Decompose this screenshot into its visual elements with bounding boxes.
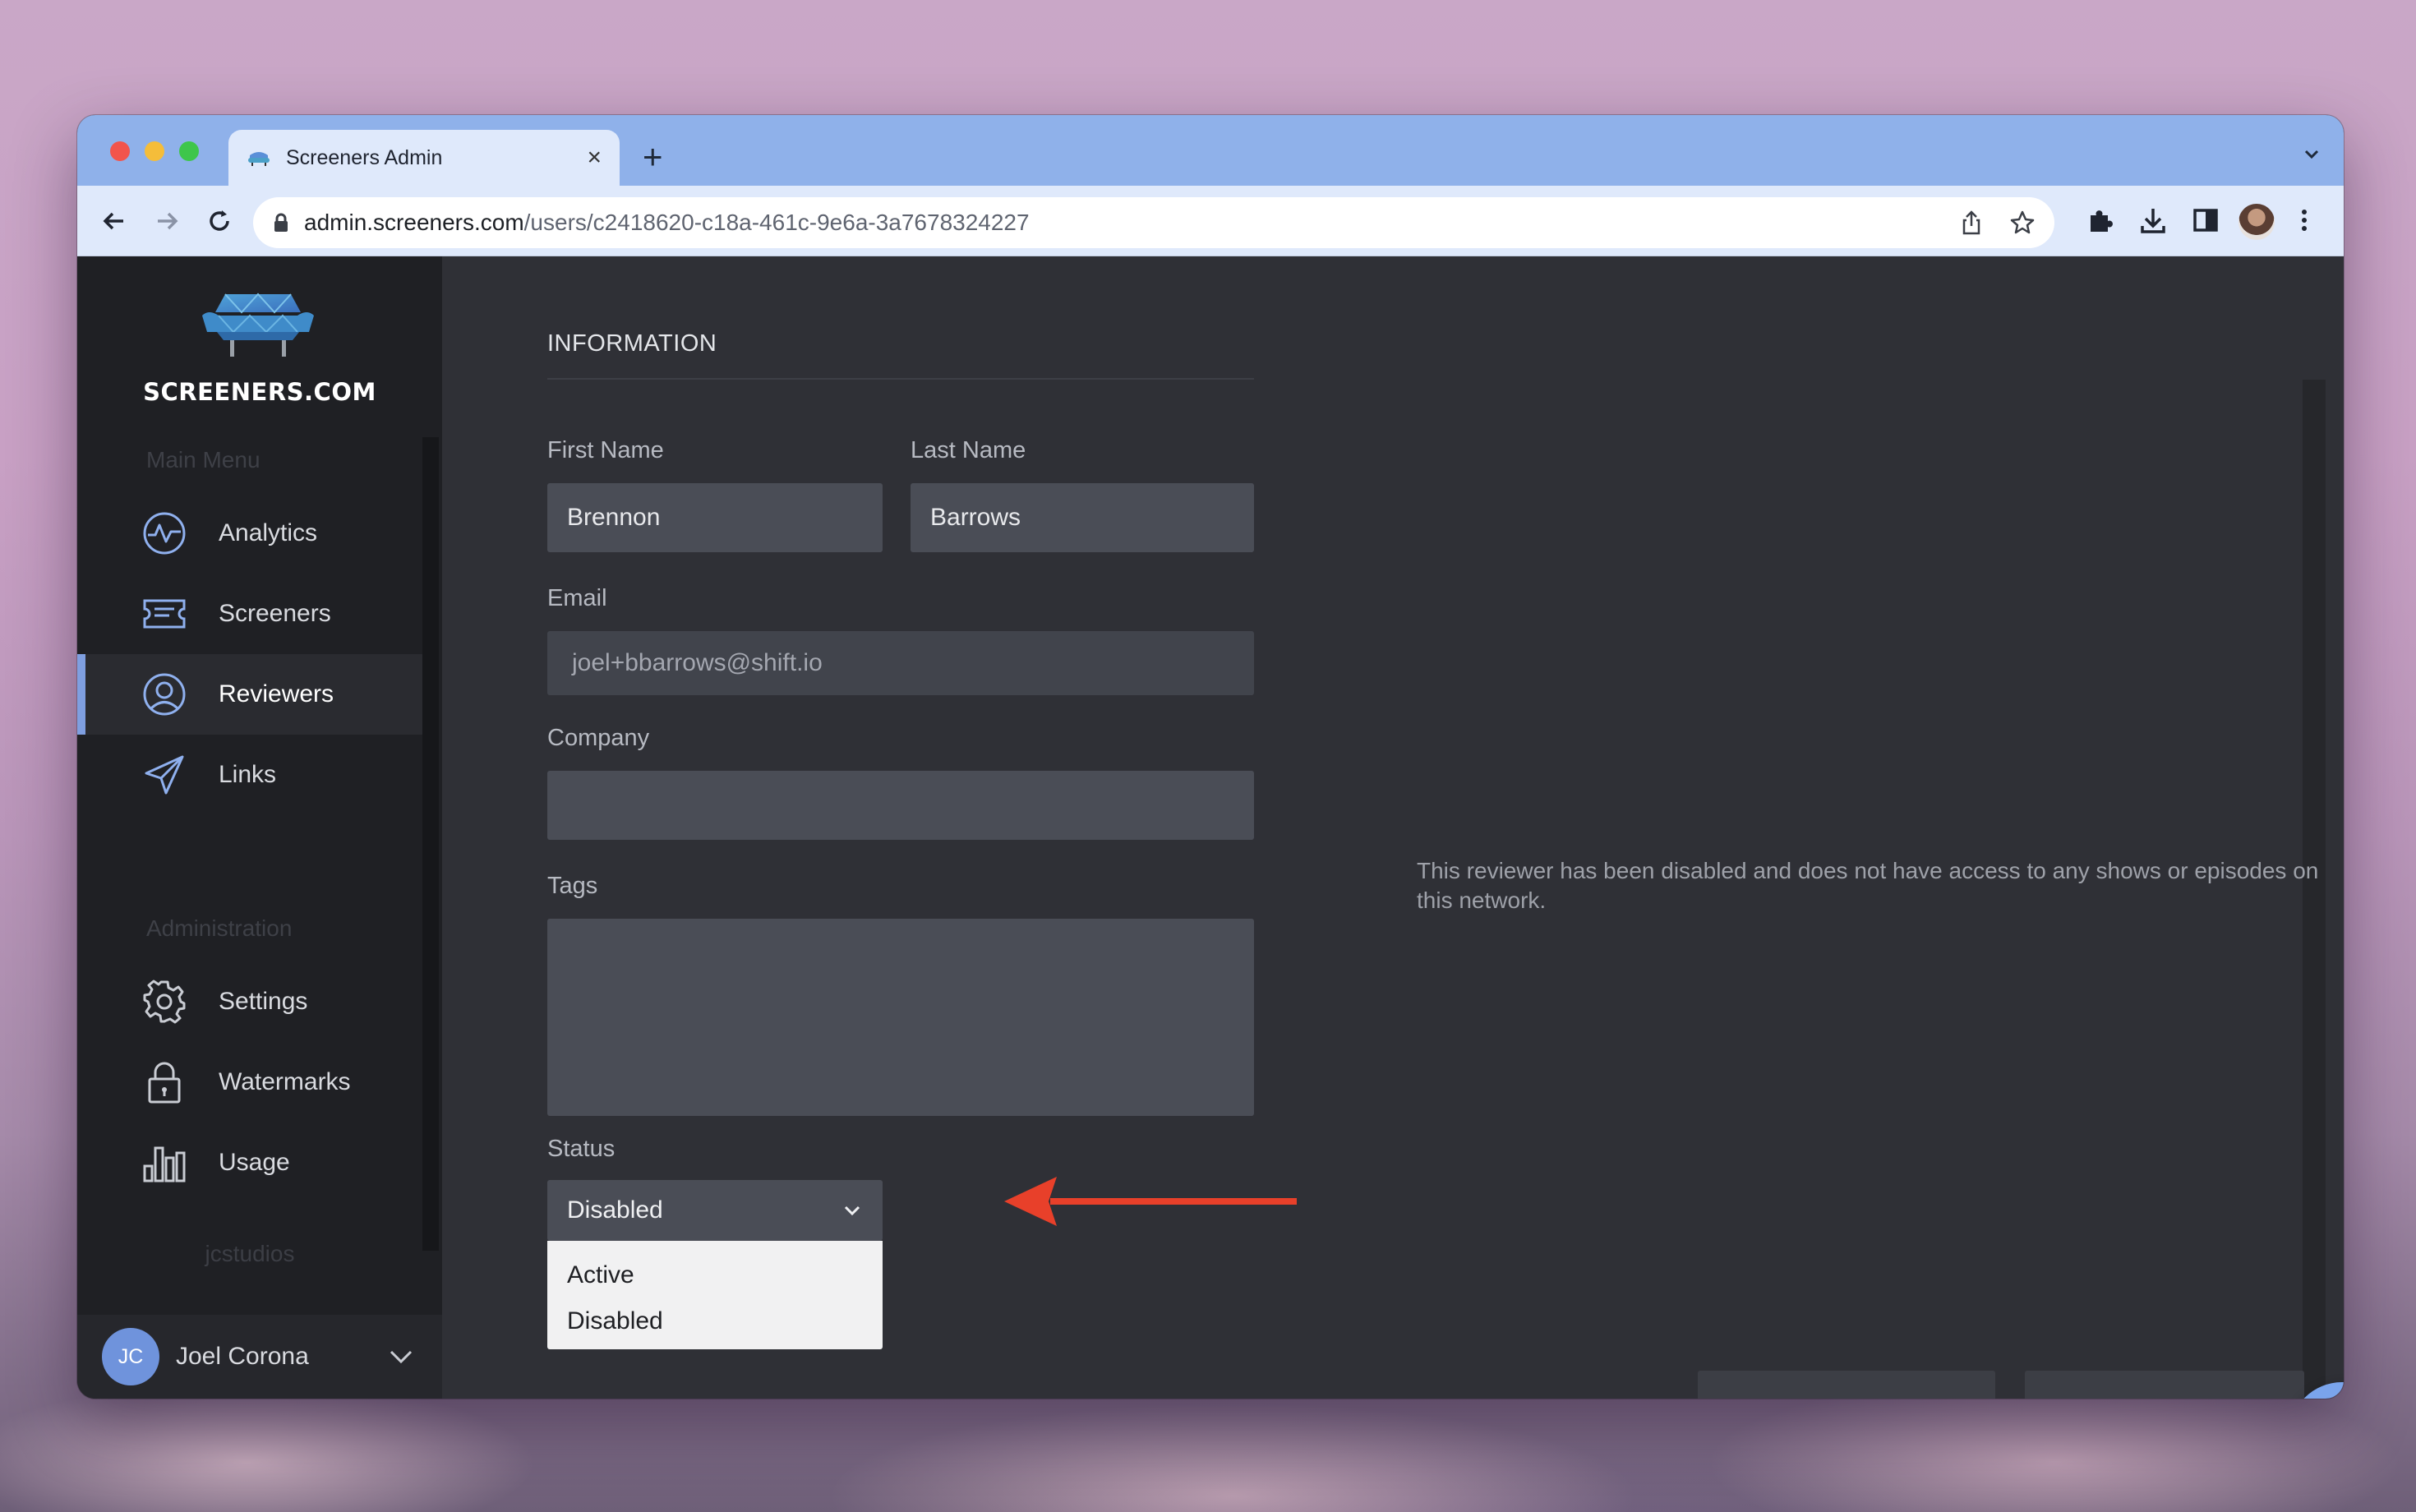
ticket-icon — [143, 599, 186, 629]
email-field[interactable]: joel+bbarrows@shift.io — [547, 631, 1254, 695]
sidebar-item-label: Reviewers — [219, 680, 334, 708]
close-window-button[interactable] — [110, 141, 130, 161]
sidebar-item-label: Analytics — [219, 519, 318, 546]
bar-chart-icon — [143, 1146, 186, 1182]
first-name-field[interactable]: Brennon — [547, 483, 883, 552]
new-tab-button[interactable]: + — [643, 140, 663, 174]
tab-bar: Screeners Admin × + — [77, 115, 2344, 186]
lock-icon — [274, 213, 288, 232]
sidebar-item-screeners[interactable]: Screeners — [77, 574, 422, 654]
user-name: Joel Corona — [176, 1343, 309, 1370]
sidebar-item-label: Links — [219, 761, 277, 788]
company-label: Company — [547, 725, 650, 751]
sidebar-item-label: Screeners — [219, 600, 331, 627]
main-menu-label: Main Menu — [146, 447, 261, 472]
omnibox-actions — [1957, 209, 2036, 237]
status-option-disabled[interactable]: Disabled — [547, 1298, 883, 1344]
reload-icon[interactable] — [204, 205, 235, 237]
section-divider — [547, 378, 1254, 380]
lock-icon — [148, 1062, 181, 1104]
chevron-down-icon[interactable] — [388, 1344, 414, 1370]
share-icon[interactable] — [1957, 209, 1985, 237]
tags-field[interactable] — [547, 919, 1254, 1116]
screeners-favicon-icon — [248, 152, 270, 166]
gear-icon — [143, 980, 186, 1024]
main-scrollbar[interactable] — [2303, 256, 2326, 1399]
section-title: INFORMATION — [547, 330, 717, 357]
forward-arrow-icon[interactable] — [151, 205, 182, 237]
more-vertical-icon[interactable] — [2288, 204, 2321, 237]
last-name-field[interactable]: Barrows — [911, 483, 1254, 552]
user-circle-icon — [143, 673, 186, 716]
status-dropdown-menu: Active Disabled — [547, 1241, 883, 1349]
sidebar-item-settings[interactable]: Settings — [77, 961, 422, 1042]
organization-name: jcstudios — [205, 1241, 295, 1266]
main-scrollbar-thumb[interactable] — [2303, 256, 2326, 380]
address-bar[interactable]: admin.screeners.com/users/c2418620-c18a-… — [253, 197, 2054, 248]
download-icon[interactable] — [2137, 204, 2169, 237]
administration-label: Administration — [146, 915, 293, 941]
clear-changes-button[interactable]: CLEAR CHANGES — [1698, 1371, 1995, 1399]
sidebar: SCREENERS.COM Main Menu Analytics Screen… — [77, 256, 442, 1399]
tab-close-icon[interactable]: × — [587, 145, 602, 170]
user-menu[interactable]: JC Joel Corona — [77, 1315, 442, 1399]
brand-name: SCREENERS.COM — [143, 378, 376, 406]
maximize-window-button[interactable] — [179, 141, 199, 161]
chevron-down-icon[interactable] — [2303, 145, 2321, 163]
tab-title: Screeners Admin — [286, 145, 443, 169]
first-name-label: First Name — [547, 437, 664, 463]
save-changes-button[interactable]: SAVE CHANGES — [2025, 1371, 2304, 1399]
send-icon — [145, 755, 184, 795]
sidebar-item-label: Watermarks — [219, 1068, 351, 1095]
disabled-notice: This reviewer has been disabled and does… — [1417, 858, 2319, 913]
browser-toolbar: admin.screeners.com/users/c2418620-c18a-… — [77, 186, 2344, 256]
browser-tab[interactable]: Screeners Admin × — [228, 130, 620, 186]
minimize-window-button[interactable] — [145, 141, 164, 161]
avatar: JC — [102, 1328, 159, 1385]
side-panel-icon[interactable] — [2189, 204, 2222, 237]
company-field[interactable] — [547, 771, 1254, 840]
profile-avatar[interactable] — [2238, 204, 2275, 240]
sidebar-scrollbar[interactable] — [422, 437, 439, 1251]
status-select[interactable]: Disabled — [547, 1180, 883, 1241]
sidebar-item-watermarks[interactable]: Watermarks — [77, 1042, 422, 1122]
sidebar-item-label: Settings — [219, 988, 308, 1015]
extensions-puzzle-icon[interactable] — [2084, 204, 2117, 237]
sidebar-item-links[interactable]: Links — [77, 735, 422, 815]
main-content: INFORMATION First Name Last Name Brennon… — [442, 256, 2344, 1399]
sidebar-item-usage[interactable]: Usage — [77, 1122, 422, 1203]
status-label: Status — [547, 1136, 616, 1162]
activity-icon — [143, 512, 186, 555]
status-option-active[interactable]: Active — [547, 1252, 883, 1298]
screeners-logo-icon — [202, 293, 314, 357]
red-arrow-annotation — [1004, 1177, 1297, 1226]
bookmark-star-icon[interactable] — [2008, 209, 2036, 237]
last-name-label: Last Name — [911, 437, 1026, 463]
url-text: admin.screeners.com/users/c2418620-c18a-… — [304, 210, 1030, 235]
sidebar-item-label: Usage — [219, 1149, 290, 1176]
back-arrow-icon[interactable] — [99, 205, 130, 237]
chevron-down-icon — [844, 1205, 860, 1216]
email-label: Email — [547, 585, 607, 611]
sidebar-item-analytics[interactable]: Analytics — [77, 493, 422, 574]
status-selected-value: Disabled — [567, 1196, 663, 1224]
browser-window: Screeners Admin × + admin.screeners.com/… — [77, 115, 2344, 1399]
tags-label: Tags — [547, 873, 598, 899]
sidebar-item-reviewers[interactable]: Reviewers — [77, 654, 422, 735]
